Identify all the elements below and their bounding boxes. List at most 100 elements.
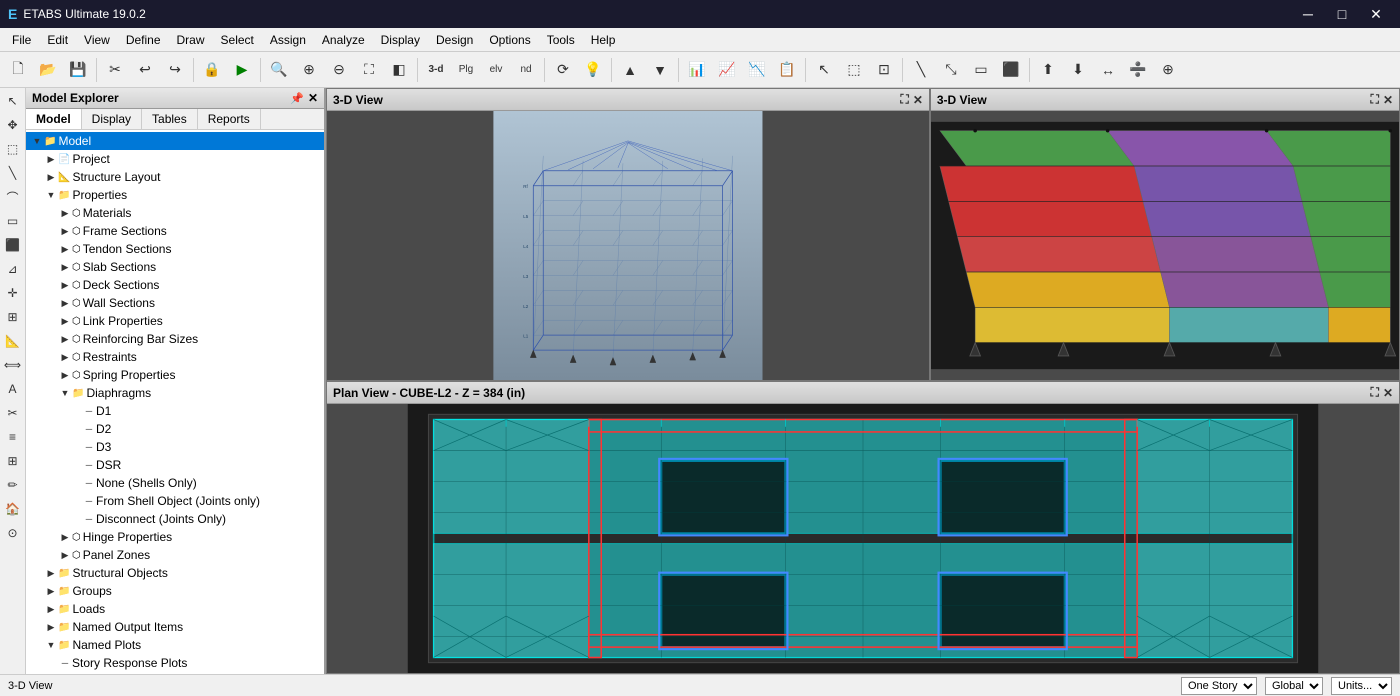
main-3d-content[interactable]: L1 L2 L3 L4 L5 Rf <box>327 111 929 380</box>
plan-view-content[interactable] <box>327 404 1399 673</box>
tree-groups[interactable]: ▶ 📁 Groups <box>26 582 324 600</box>
global-coord-select[interactable]: Global <box>1265 677 1323 695</box>
zoom-out-button[interactable]: ⊖ <box>325 56 353 84</box>
tree-restraints[interactable]: ▶ ⬡ Restraints <box>26 348 324 366</box>
draw-floor-tool[interactable]: ⬛ <box>2 234 24 256</box>
plan-view-close-icon[interactable]: ✕ <box>1383 386 1393 400</box>
constraint-tool[interactable]: ⊙ <box>2 522 24 544</box>
edit-tool[interactable]: ✏ <box>2 474 24 496</box>
tree-d3[interactable]: ─ D3 <box>26 438 324 456</box>
menu-help[interactable]: Help <box>583 28 624 51</box>
explorer-tree[interactable]: ▼ 📁 Model ▶ 📄 Project ▶ 📐 Structure Layo… <box>26 130 324 674</box>
tree-hinge-properties[interactable]: ▶ ⬡ Hinge Properties <box>26 528 324 546</box>
new-button[interactable]: 🗋 <box>4 56 32 84</box>
tree-frame-sections[interactable]: ▶ ⬡ Frame Sections <box>26 222 324 240</box>
draw-frame-button[interactable]: ╲ <box>907 56 935 84</box>
tree-model[interactable]: ▼ 📁 Model <box>26 132 324 150</box>
tree-named-output[interactable]: ▶ 📁 Named Output Items <box>26 618 324 636</box>
menu-file[interactable]: File <box>4 28 39 51</box>
deck-sections-expand-icon[interactable]: ▶ <box>58 278 72 292</box>
menu-edit[interactable]: Edit <box>39 28 76 51</box>
close-button[interactable]: ✕ <box>1360 0 1392 28</box>
tree-disconnect[interactable]: ─ Disconnect (Joints Only) <box>26 510 324 528</box>
extrude-button[interactable]: ⬆ <box>1034 56 1062 84</box>
tree-deck-sections[interactable]: ▶ ⬡ Deck Sections <box>26 276 324 294</box>
zoom-previous-button[interactable]: ◧ <box>385 56 413 84</box>
menu-design[interactable]: Design <box>428 28 481 51</box>
annotation-tool[interactable]: A <box>2 378 24 400</box>
explorer-close-icon[interactable]: ✕ <box>308 91 318 105</box>
lock-button[interactable]: 🔒 <box>198 56 226 84</box>
spring-properties-expand-icon[interactable]: ▶ <box>58 368 72 382</box>
show-undeformed-button[interactable]: 📊 <box>683 56 711 84</box>
3d-view-button[interactable]: 3-d <box>422 56 450 84</box>
structural-objects-expand-icon[interactable]: ▶ <box>44 566 58 580</box>
zoom-window-button[interactable]: 🔍 <box>265 56 293 84</box>
section-cut-tool[interactable]: ✂ <box>2 402 24 424</box>
tab-reports[interactable]: Reports <box>198 109 261 129</box>
redo-button[interactable]: ↪ <box>161 56 189 84</box>
view-table-tool[interactable]: ≡ <box>2 426 24 448</box>
tendon-sections-expand-icon[interactable]: ▶ <box>58 242 72 256</box>
tab-display[interactable]: Display <box>82 109 142 129</box>
show-deformed-button[interactable]: 📈 <box>713 56 741 84</box>
select-tool[interactable]: ⬚ <box>2 138 24 160</box>
named-plots-expand-icon[interactable]: ▼ <box>44 638 58 652</box>
tree-project[interactable]: ▶ 📄 Project <box>26 150 324 168</box>
units-select[interactable]: Units... <box>1331 677 1392 695</box>
tree-wall-sections[interactable]: ▶ ⬡ Wall Sections <box>26 294 324 312</box>
save-button[interactable]: 💾 <box>64 56 92 84</box>
tree-story-response[interactable]: ─ Story Response Plots <box>26 654 324 672</box>
measure-tool[interactable]: 📐 <box>2 330 24 352</box>
tree-structural-objects[interactable]: ▶ 📁 Structural Objects <box>26 564 324 582</box>
tree-tendon-sections[interactable]: ▶ ⬡ Tendon Sections <box>26 240 324 258</box>
main-3d-expand-icon[interactable]: ⛶ <box>900 92 908 107</box>
move-up-button[interactable]: ▲ <box>616 56 644 84</box>
tree-properties[interactable]: ▼ 📁 Properties <box>26 186 324 204</box>
tree-slab-sections[interactable]: ▶ ⬡ Slab Sections <box>26 258 324 276</box>
plan-view-button[interactable]: Plg <box>452 56 480 84</box>
tree-named-plots[interactable]: ▼ 📁 Named Plots <box>26 636 324 654</box>
groups-expand-icon[interactable]: ▶ <box>44 584 58 598</box>
menu-assign[interactable]: Assign <box>262 28 314 51</box>
right-3d-close-icon[interactable]: ✕ <box>1383 93 1393 107</box>
tab-model[interactable]: Model <box>26 109 82 129</box>
right-3d-expand-icon[interactable]: ⛶ <box>1371 92 1379 107</box>
link-properties-expand-icon[interactable]: ▶ <box>58 314 72 328</box>
tree-d1[interactable]: ─ D1 <box>26 402 324 420</box>
menu-analyze[interactable]: Analyze <box>314 28 373 51</box>
tree-panel-zones[interactable]: ▶ ⬡ Panel Zones <box>26 546 324 564</box>
hinge-properties-expand-icon[interactable]: ▶ <box>58 530 72 544</box>
loads-expand-icon[interactable]: ▶ <box>44 602 58 616</box>
menu-options[interactable]: Options <box>481 28 538 51</box>
tree-link-properties[interactable]: ▶ ⬡ Link Properties <box>26 312 324 330</box>
plan-view-expand-icon[interactable]: ⛶ <box>1371 385 1379 400</box>
draw-wall-tool[interactable]: ▭ <box>2 210 24 232</box>
one-story-select[interactable]: One Story <box>1181 677 1257 695</box>
frame-forces-button[interactable]: 📉 <box>743 56 771 84</box>
draw-ramp-tool[interactable]: ⊿ <box>2 258 24 280</box>
named-output-expand-icon[interactable]: ▶ <box>44 620 58 634</box>
frame-sections-expand-icon[interactable]: ▶ <box>58 224 72 238</box>
reinforcing-bar-expand-icon[interactable]: ▶ <box>58 332 72 346</box>
materials-expand-icon[interactable]: ▶ <box>58 206 72 220</box>
minimize-button[interactable]: ─ <box>1292 0 1324 28</box>
pointer-tool[interactable]: ↖ <box>2 90 24 112</box>
show-table-button[interactable]: 📋 <box>773 56 801 84</box>
draw-frame-tool[interactable]: ╲ <box>2 162 24 184</box>
tree-time-history[interactable]: ─ Time History Plots <box>26 672 324 674</box>
draw-wall-button[interactable]: ▭ <box>967 56 995 84</box>
tree-d2[interactable]: ─ D2 <box>26 420 324 438</box>
menu-view[interactable]: View <box>76 28 118 51</box>
right-3d-content[interactable] <box>931 111 1399 380</box>
diaphragms-expand-icon[interactable]: ▼ <box>58 386 72 400</box>
mirror-button[interactable]: ↔ <box>1094 56 1122 84</box>
tree-structure-layout[interactable]: ▶ 📐 Structure Layout <box>26 168 324 186</box>
menu-define[interactable]: Define <box>118 28 169 51</box>
merge-button[interactable]: ⊕ <box>1154 56 1182 84</box>
story-tool[interactable]: 🏠 <box>2 498 24 520</box>
elev-view-button[interactable]: elv <box>482 56 510 84</box>
tab-tables[interactable]: Tables <box>142 109 198 129</box>
zoom-in-button[interactable]: ⊕ <box>295 56 323 84</box>
main-3d-close-icon[interactable]: ✕ <box>913 93 923 107</box>
